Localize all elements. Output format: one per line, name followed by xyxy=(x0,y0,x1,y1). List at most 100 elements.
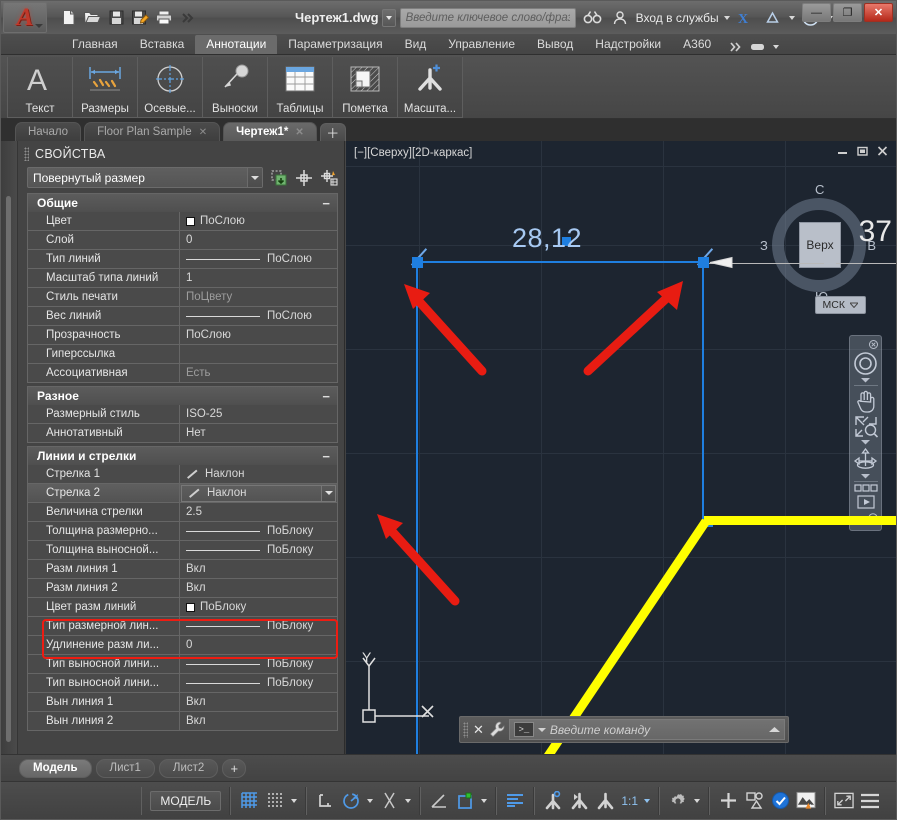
close-icon[interactable] xyxy=(877,146,888,156)
annotation-scale-value[interactable]: 1:1 xyxy=(621,794,638,808)
property-row-ext-line-2[interactable]: Вын линия 2 Вкл xyxy=(27,712,338,731)
close-icon[interactable]: ✕ xyxy=(199,127,207,138)
extension-line-right[interactable] xyxy=(702,261,704,519)
search-input[interactable]: Введите ключевое слово/фразу xyxy=(399,7,576,28)
hardware-accel-icon[interactable] xyxy=(770,791,790,811)
pick-point-icon[interactable] xyxy=(294,168,313,187)
print-icon[interactable] xyxy=(153,7,175,29)
open-file-icon[interactable] xyxy=(81,7,103,29)
layout-tab-sheet1[interactable]: Лист1 xyxy=(95,758,155,778)
ribbon-tab-annotate[interactable]: Аннотации xyxy=(195,35,278,54)
property-row-arrow-size[interactable]: Величина стрелки 2.5 xyxy=(27,503,338,522)
title-dropdown-button[interactable] xyxy=(381,8,396,27)
ribbon-tab-output[interactable]: Вывод xyxy=(526,35,584,54)
command-line[interactable]: ✕ >_ Введите команду xyxy=(459,716,789,743)
chevron-down-icon[interactable] xyxy=(861,378,870,383)
ribbon-panel-annotation-scaling[interactable]: Масшта... xyxy=(397,57,463,118)
ribbon-tab-home[interactable]: Главная xyxy=(61,35,129,54)
property-row-dim-line-2[interactable]: Разм линия 2 Вкл xyxy=(27,579,338,598)
property-row-dim-line-linetype[interactable]: Тип размерной лин... ПоБлоку xyxy=(27,617,338,636)
snap-mode-icon[interactable] xyxy=(265,791,285,811)
new-tab-button[interactable]: ＋ xyxy=(319,123,346,141)
property-group-misc[interactable]: Разное − xyxy=(27,386,338,405)
navigation-bar[interactable] xyxy=(849,335,882,531)
property-value[interactable]: ПоСлою xyxy=(180,250,337,268)
property-row-dim-line-lineweight[interactable]: Толщина размерно... ПоБлоку xyxy=(27,522,338,541)
property-row-arrow-2[interactable]: Стрелка 2 Наклон xyxy=(27,484,338,503)
ribbon-panel-leaders[interactable]: Выноски xyxy=(202,57,268,118)
property-value[interactable]: Вкл xyxy=(180,693,337,711)
annotation-scale-list-icon[interactable] xyxy=(595,791,615,811)
property-value[interactable]: ПоБлоку xyxy=(180,655,337,673)
chevron-down-icon[interactable] xyxy=(291,798,298,803)
annotation-autoscale-icon[interactable] xyxy=(569,791,589,811)
ribbon-tab-insert[interactable]: Вставка xyxy=(129,35,196,54)
chevron-down-icon[interactable] xyxy=(644,798,650,803)
property-row-arrow-1[interactable]: Стрелка 1 Наклон xyxy=(27,465,338,484)
palette-title-rail[interactable] xyxy=(1,141,18,754)
polyline-horizontal-segment[interactable] xyxy=(704,516,896,525)
collapse-icon[interactable]: − xyxy=(322,390,330,403)
chevron-down-icon[interactable] xyxy=(861,440,870,445)
ribbon-tab-a360[interactable]: A360 xyxy=(672,35,722,54)
property-value[interactable]: Вкл xyxy=(180,712,337,730)
property-row-linetype-scale[interactable]: Масштаб типа линий 1 xyxy=(27,269,338,288)
select-objects-icon[interactable] xyxy=(319,168,338,187)
minimize-button[interactable]: — xyxy=(802,3,831,22)
property-value[interactable]: ПоБлоку xyxy=(180,598,337,616)
property-value[interactable]: ПоБлоку xyxy=(180,674,337,692)
property-value[interactable]: ПоБлоку xyxy=(180,522,337,540)
drag-grip-icon[interactable] xyxy=(24,147,29,161)
property-row-ext-line-1-linetype[interactable]: Тип выносной лини... ПоБлоку xyxy=(27,655,338,674)
property-row-dim-line-extension[interactable]: Удлинение разм ли... 0 xyxy=(27,636,338,655)
dimension-line[interactable] xyxy=(416,261,704,263)
navbar-close-icon[interactable] xyxy=(869,340,878,349)
model-space-button[interactable]: МОДЕЛЬ xyxy=(150,790,222,811)
property-row-dim-style[interactable]: Размерный стиль ISO-25 xyxy=(27,405,338,424)
add-toolbar-icon[interactable] xyxy=(718,791,738,811)
property-row-associative[interactable]: Ассоциативная Есть xyxy=(27,364,338,383)
property-value[interactable]: ПоСлою xyxy=(180,212,337,230)
user-account-icon[interactable] xyxy=(609,7,631,29)
layout-tab-model[interactable]: Модель xyxy=(19,758,92,778)
chevron-down-icon[interactable] xyxy=(481,798,488,803)
ribbon-panel-dimensions[interactable]: Размеры xyxy=(72,57,138,118)
file-tab-floor-plan-sample[interactable]: Floor Plan Sample ✕ xyxy=(84,122,221,141)
property-row-annotative[interactable]: Аннотативный Нет xyxy=(27,424,338,443)
property-value[interactable]: 0 xyxy=(180,636,337,654)
command-input[interactable]: >_ Введите команду xyxy=(508,719,785,740)
minimize-icon[interactable] xyxy=(837,146,848,156)
property-value[interactable]: ПоСлою xyxy=(180,307,337,325)
property-value[interactable]: ПоСлою xyxy=(180,326,337,344)
properties-list[interactable]: Общие − Цвет ПоСлою Слой 0 Тип линий ПоС… xyxy=(18,193,344,754)
property-value[interactable]: Наклон xyxy=(181,484,336,502)
pan-hand-icon[interactable] xyxy=(854,388,878,413)
ortho-mode-icon[interactable] xyxy=(315,791,335,811)
property-value[interactable]: Вкл xyxy=(180,579,337,597)
ribbon-panel-tables[interactable]: Таблицы xyxy=(267,57,333,118)
property-row-ext-line-lineweight[interactable]: Толщина выносной... ПоБлоку xyxy=(27,541,338,560)
property-value[interactable]: 2.5 xyxy=(180,503,337,521)
chevron-up-icon[interactable] xyxy=(769,726,780,733)
orbit-icon[interactable] xyxy=(853,447,878,472)
drawing-canvas[interactable]: [−][Сверху][2D-каркас] Верх С Ю З В 37 М… xyxy=(346,141,896,754)
property-value[interactable]: ПоБлоку xyxy=(180,541,337,559)
object-snap-icon[interactable] xyxy=(455,791,475,811)
collapse-icon[interactable]: − xyxy=(322,450,330,463)
chevron-down-icon[interactable] xyxy=(694,798,700,803)
ribbon-panel-markup[interactable]: Пометка xyxy=(332,57,398,118)
save-as-icon[interactable] xyxy=(129,7,151,29)
dimension-value-text[interactable]: 28,12 xyxy=(512,223,582,254)
property-row-layer[interactable]: Слой 0 xyxy=(27,231,338,250)
add-layout-button[interactable]: + xyxy=(222,758,247,778)
zoom-extents-icon[interactable] xyxy=(854,415,878,438)
grip-point-left[interactable] xyxy=(412,257,423,268)
property-value[interactable] xyxy=(180,345,337,363)
property-row-color[interactable]: Цвет ПоСлою xyxy=(27,212,338,231)
property-row-linetype[interactable]: Тип линий ПоСлою xyxy=(27,250,338,269)
dynamic-ucs-icon[interactable] xyxy=(429,791,449,811)
property-row-ext-line-2-linetype[interactable]: Тип выносной лини... ПоБлоку xyxy=(27,674,338,693)
annotation-visibility-icon[interactable] xyxy=(543,791,563,811)
workspace-gear-icon[interactable] xyxy=(668,791,688,811)
drag-grip-icon[interactable] xyxy=(463,721,468,738)
